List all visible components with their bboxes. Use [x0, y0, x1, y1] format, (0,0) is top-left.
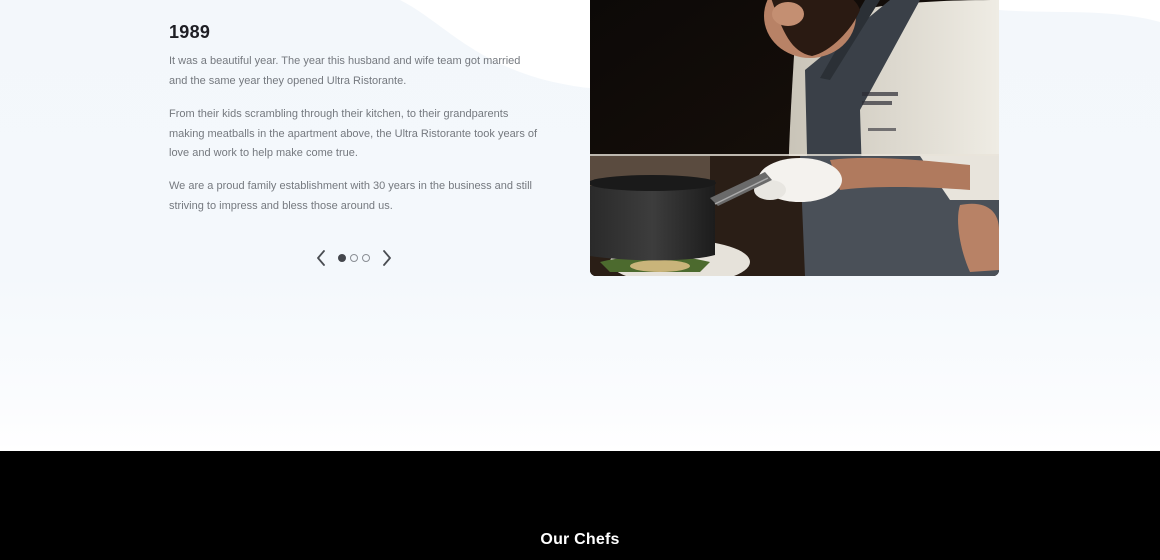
carousel-controls [312, 248, 402, 268]
story-paragraph: We are a proud family establishment with… [169, 180, 532, 212]
carousel-dots [338, 254, 370, 262]
carousel-dot-2[interactable] [350, 254, 358, 262]
chef-cooking-photo [590, 0, 999, 276]
carousel-dot-3[interactable] [362, 254, 370, 262]
story-paragraph: From their kids scrambling through their… [169, 108, 538, 159]
chefs-section: Our Chefs [0, 451, 1160, 560]
chevron-right-icon[interactable] [378, 248, 396, 268]
story-paragraph: It was a beautiful year. The year this h… [169, 55, 521, 87]
history-section: 1989 It was a beautiful year. The year t… [0, 0, 1160, 451]
chevron-left-icon[interactable] [312, 248, 330, 268]
carousel-dot-1[interactable] [338, 254, 346, 262]
section-title: Our Chefs [540, 531, 620, 548]
year-heading: 1989 [169, 22, 211, 42]
